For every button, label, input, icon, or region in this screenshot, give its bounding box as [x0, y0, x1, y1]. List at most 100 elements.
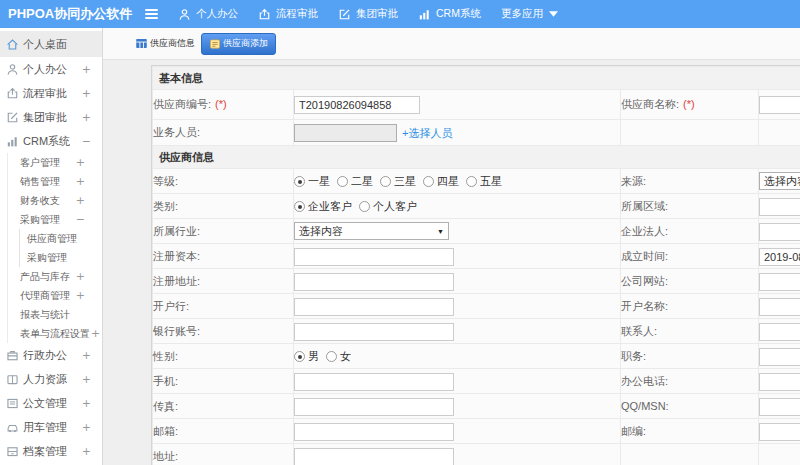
field-cell: 一星二星三星四星五星: [294, 169, 621, 194]
sidebar-item-采购管理[interactable]: 采购管理: [20, 248, 102, 267]
field-cell: 男女: [294, 344, 621, 369]
field-cell: [294, 319, 621, 344]
sidebar-item-人力资源[interactable]: 人力资源+: [0, 367, 102, 391]
form-row: 传真:QQ/MSN:: [153, 394, 800, 419]
sidebar-item-用车管理[interactable]: 用车管理+: [0, 415, 102, 439]
expand-toggle-icon: −: [82, 135, 91, 148]
nav-item-1[interactable]: 个人办公: [178, 7, 238, 21]
sidebar-item-销售管理[interactable]: 销售管理+: [8, 172, 102, 191]
zip-code-input[interactable]: [759, 423, 800, 441]
field-label: 手机:: [153, 369, 294, 394]
sidebar-item-label: 用车管理: [23, 420, 67, 435]
field-cell: [759, 369, 800, 394]
bank-input[interactable]: [294, 298, 454, 316]
registered-capital-input[interactable]: [294, 248, 454, 266]
job-title-input[interactable]: [759, 348, 800, 366]
sidebar-item-label: 档案管理: [23, 444, 67, 459]
sidebar-item-label: 客户管理: [20, 156, 60, 170]
sidebar-item-集团审批[interactable]: 集团审批+: [0, 105, 102, 129]
form-row: 供应商编号:(*)供应商名称:(*): [153, 90, 800, 120]
nav-item-5[interactable]: 更多应用: [501, 7, 558, 21]
founded-date-input[interactable]: [759, 248, 800, 266]
sidebar-item-客户管理[interactable]: 客户管理+: [8, 153, 102, 172]
sidebar-item-行政办公[interactable]: 行政办公+: [0, 343, 102, 367]
sidebar-item-表单与流程设置[interactable]: 表单与流程设置+: [8, 324, 102, 343]
expand-toggle-icon: +: [82, 445, 91, 458]
nav-item-label: CRM系统: [436, 7, 481, 21]
email-input[interactable]: [294, 423, 454, 441]
field-label: 传真:: [153, 394, 294, 419]
sidebar-item-档案管理[interactable]: 档案管理 +: [0, 439, 102, 463]
qq-msn-input[interactable]: [759, 398, 800, 416]
sidebar-item-流程审批[interactable]: 流程审批+: [0, 81, 102, 105]
industry-select[interactable]: 选择内容 ▼: [294, 222, 449, 240]
sidebar-item-公文管理[interactable]: 公文管理+: [0, 391, 102, 415]
field-cell: [294, 90, 621, 120]
contact-input[interactable]: [759, 323, 800, 341]
supplier-code-input[interactable]: [294, 96, 420, 114]
field-label: 来源:: [621, 169, 759, 194]
hamburger-menu-icon[interactable]: [145, 9, 158, 19]
sidebar-item-报表与统计[interactable]: 报表与统计: [8, 305, 102, 324]
radio-off-icon: [326, 351, 337, 362]
sidebar-item-代理商管理[interactable]: 代理商管理+: [8, 286, 102, 305]
category-radio-1[interactable]: 企业客户: [294, 199, 352, 214]
sidebar-submenu: 客户管理+销售管理+财务收支+采购管理−供应商管理采购管理产品与库存+代理商管理…: [7, 153, 102, 343]
field-label: 成立时间:: [621, 244, 759, 269]
gender-radio-1[interactable]: 男: [294, 349, 319, 364]
level-radio-2[interactable]: 二星: [337, 174, 373, 189]
field-label: 等级:: [153, 169, 294, 194]
nav-item-label: 更多应用: [501, 7, 543, 21]
sidebar-item-个人办公[interactable]: 个人办公+: [0, 57, 102, 81]
nav-item-2[interactable]: 流程审批: [258, 7, 318, 21]
field-label: 职务:: [621, 344, 759, 369]
sidebar-item-产品与库存[interactable]: 产品与库存+: [8, 267, 102, 286]
tab-1[interactable]: 供应商信息: [133, 33, 197, 55]
mobile-input[interactable]: [294, 373, 454, 391]
office-phone-input[interactable]: [759, 373, 800, 391]
expand-toggle-icon: +: [76, 270, 85, 283]
field-cell: [759, 319, 800, 344]
fax-input[interactable]: [294, 398, 454, 416]
select-value: 选择内容: [299, 224, 343, 239]
registered-address-input[interactable]: [294, 273, 454, 291]
form-row: 开户行:开户名称:: [153, 294, 800, 319]
staff-picker-link[interactable]: +选择人员: [402, 127, 452, 139]
level-radio-5[interactable]: 五星: [466, 174, 502, 189]
content-area: 基本信息供应商编号:(*)供应商名称:(*)业务人员:+选择人员供应商信息等级:…: [103, 60, 800, 465]
sidebar-submenu: 供应商管理采购管理: [19, 229, 102, 267]
level-radio-4[interactable]: 四星: [423, 174, 459, 189]
tab-2[interactable]: 供应商添加: [201, 33, 276, 55]
empty-cell: [621, 444, 759, 465]
field-cell: [759, 419, 800, 444]
website-input[interactable]: [759, 273, 800, 291]
field-label: 联系人:: [621, 319, 759, 344]
sidebar-item-个人桌面[interactable]: 个人桌面: [0, 31, 102, 57]
account-name-input[interactable]: [759, 298, 800, 316]
region-input[interactable]: [759, 198, 800, 216]
legal-person-input[interactable]: [759, 223, 800, 241]
field-cell: [759, 344, 800, 369]
field-cell: [759, 244, 800, 269]
sidebar-item-label: 个人桌面: [23, 37, 67, 52]
sidebar-item-供应商管理[interactable]: 供应商管理: [20, 229, 102, 248]
staff-input[interactable]: [294, 124, 397, 142]
nav-item-3[interactable]: 集团审批: [338, 7, 398, 21]
gender-radio-2[interactable]: 女: [326, 349, 351, 364]
field-label: 性别:: [153, 344, 294, 369]
level-radio-3[interactable]: 三星: [380, 174, 416, 189]
nav-item-4[interactable]: CRM系统: [418, 7, 481, 21]
select-value: 选择内容: [764, 174, 800, 189]
sidebar-item-采购管理[interactable]: 采购管理−: [8, 210, 102, 229]
supplier-name-input[interactable]: [759, 96, 800, 114]
user-icon: [6, 63, 19, 76]
level-radio-1[interactable]: 一星: [294, 174, 330, 189]
sidebar-item-财务收支[interactable]: 财务收支+: [8, 191, 102, 210]
bank-account-input[interactable]: [294, 323, 454, 341]
required-marker: (*): [683, 98, 695, 110]
address-input[interactable]: [294, 448, 454, 465]
category-radio-2[interactable]: 个人客户: [359, 199, 417, 214]
sidebar-item-CRM系统[interactable]: CRM系统−: [0, 129, 102, 153]
select-arrow-icon: ▼: [437, 228, 444, 235]
source-select[interactable]: 选择内容▼: [759, 172, 800, 190]
